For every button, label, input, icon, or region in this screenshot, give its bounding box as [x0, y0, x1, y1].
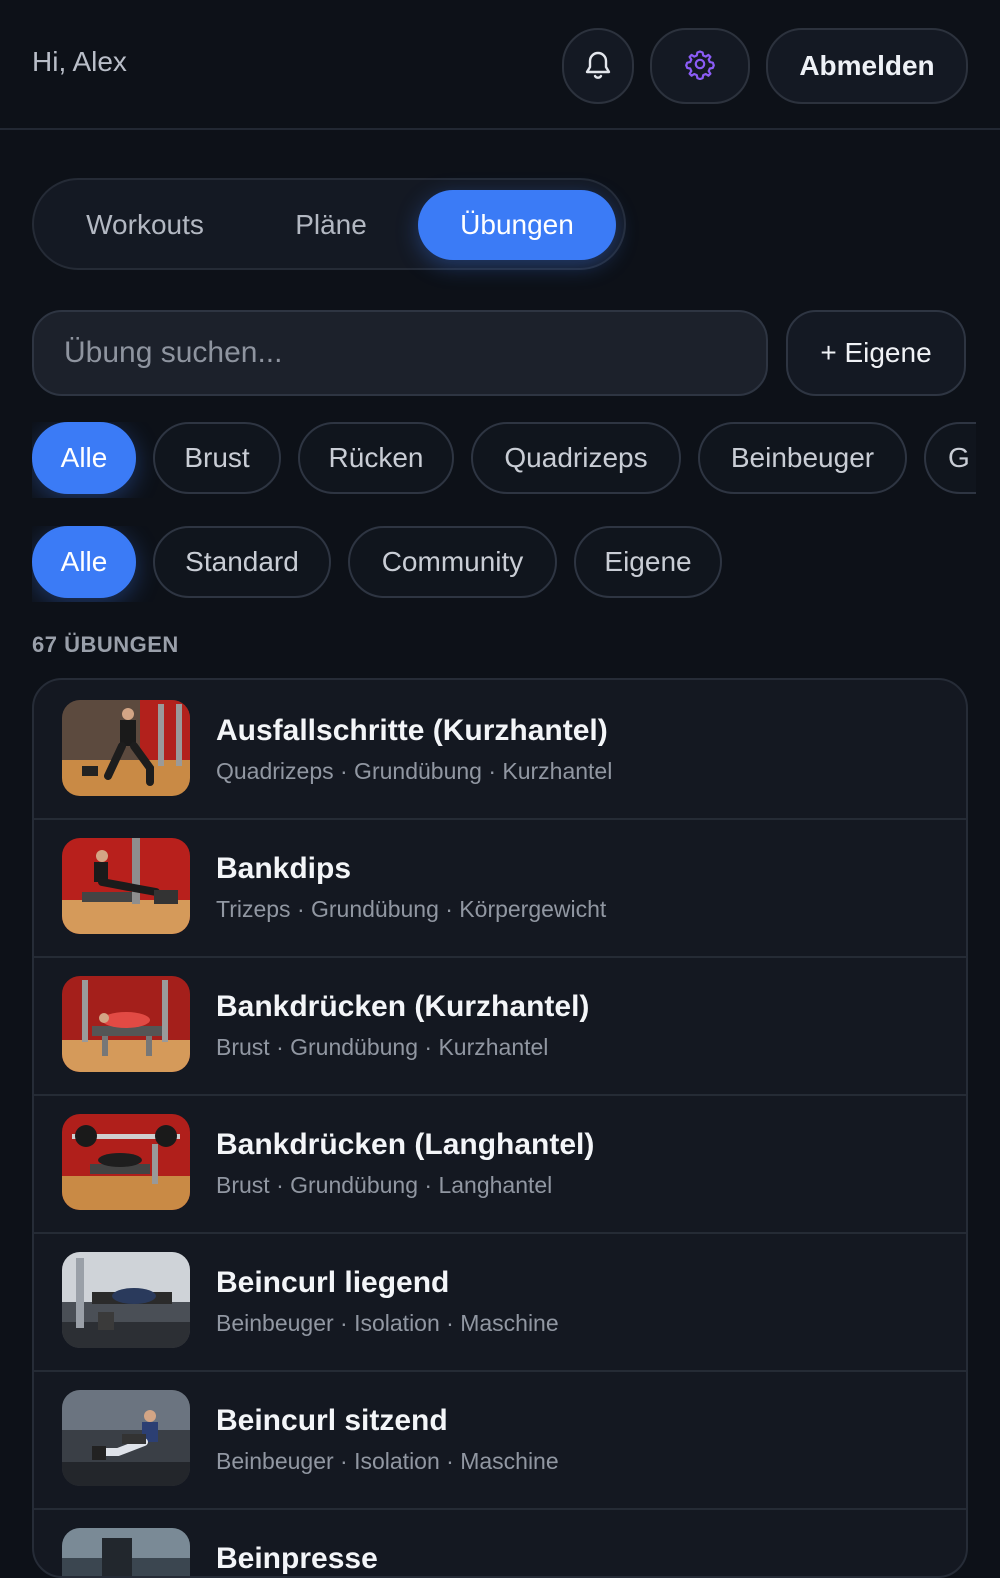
list-item[interactable]: Bankdrücken (Kurzhantel) Brust · Grundüb…: [34, 956, 966, 1096]
search-input[interactable]: Übung suchen...: [32, 310, 768, 396]
list-item[interactable]: Beincurl sitzend Beinbeuger · Isolation …: [34, 1370, 966, 1510]
exercise-thumbnail: [62, 1528, 190, 1576]
main-tabs: Workouts Pläne Übungen: [32, 178, 626, 270]
exercise-name: Beincurl sitzend: [216, 1404, 448, 1437]
filter-chip-eigene[interactable]: Eigene: [574, 526, 722, 598]
exercise-thumbnail: [62, 700, 190, 796]
filter-chip-brust[interactable]: Brust: [153, 422, 281, 494]
filter-chip-standard[interactable]: Standard: [153, 526, 331, 598]
exercise-name: Beincurl liegend: [216, 1266, 450, 1299]
exercise-name: Bankdrücken (Kurzhantel): [216, 990, 590, 1023]
source-filter-row: Alle Standard Community Eigene: [32, 526, 976, 602]
exercise-meta: Trizeps · Grundübung · Körpergewicht: [216, 896, 607, 922]
exercise-thumbnail: [62, 1252, 190, 1348]
filter-chip-all-sources[interactable]: Alle: [32, 526, 136, 598]
greeting-text: Hi, Alex: [32, 46, 127, 77]
exercise-name: Bankdrücken (Langhantel): [216, 1128, 595, 1161]
exercise-list: Ausfallschritte (Kurzhantel) Quadrizeps …: [32, 678, 968, 1578]
settings-button[interactable]: [650, 28, 750, 104]
exercise-meta: Beinbeuger · Isolation · Maschine: [216, 1310, 559, 1336]
list-item[interactable]: Beincurl liegend Beinbeuger · Isolation …: [34, 1232, 966, 1372]
tab-workouts[interactable]: Workouts: [68, 190, 222, 260]
exercise-name: Beinpresse: [216, 1542, 378, 1575]
exercise-thumbnail: [62, 838, 190, 934]
exercise-name: Bankdips: [216, 852, 352, 885]
filter-chip-beinbeuger[interactable]: Beinbeuger: [698, 422, 907, 494]
list-item[interactable]: Ausfallschritte (Kurzhantel) Quadrizeps …: [34, 680, 966, 820]
filter-chip-partial[interactable]: G: [924, 422, 976, 494]
filter-chip-ruecken[interactable]: Rücken: [298, 422, 454, 494]
tab-plaene[interactable]: Pläne: [278, 190, 384, 260]
exercise-meta: Beinbeuger · Isolation · Maschine: [216, 1448, 559, 1474]
exercise-count: 67 ÜBUNGEN: [32, 632, 179, 657]
app-header: Hi, Alex Abmelden: [0, 0, 1000, 130]
gear-icon: [684, 48, 716, 85]
exercise-thumbnail: [62, 1114, 190, 1210]
filter-chip-quadrizeps[interactable]: Quadrizeps: [471, 422, 681, 494]
bell-icon: [581, 46, 615, 87]
filter-chip-community[interactable]: Community: [348, 526, 557, 598]
exercise-name: Ausfallschritte (Kurzhantel): [216, 714, 608, 747]
tab-uebungen[interactable]: Übungen: [418, 190, 616, 260]
muscle-filter-row: Alle Brust Rücken Quadrizeps Beinbeuger …: [32, 422, 976, 498]
notifications-button[interactable]: [562, 28, 634, 104]
exercise-thumbnail: [62, 1390, 190, 1486]
exercise-meta: Brust · Grundübung · Kurzhantel: [216, 1034, 549, 1060]
list-item[interactable]: Bankdips Trizeps · Grundübung · Körperge…: [34, 818, 966, 958]
list-item[interactable]: Bankdrücken (Langhantel) Brust · Grundüb…: [34, 1094, 966, 1234]
exercise-thumbnail: [62, 976, 190, 1072]
exercise-meta: Quadrizeps · Grundübung · Kurzhantel: [216, 758, 613, 784]
filter-chip-all-muscles[interactable]: Alle: [32, 422, 136, 494]
list-item[interactable]: Beinpresse: [34, 1508, 966, 1576]
exercise-meta: Brust · Grundübung · Langhantel: [216, 1172, 553, 1198]
logout-button[interactable]: Abmelden: [766, 28, 968, 104]
add-custom-exercise-button[interactable]: + Eigene: [786, 310, 966, 396]
